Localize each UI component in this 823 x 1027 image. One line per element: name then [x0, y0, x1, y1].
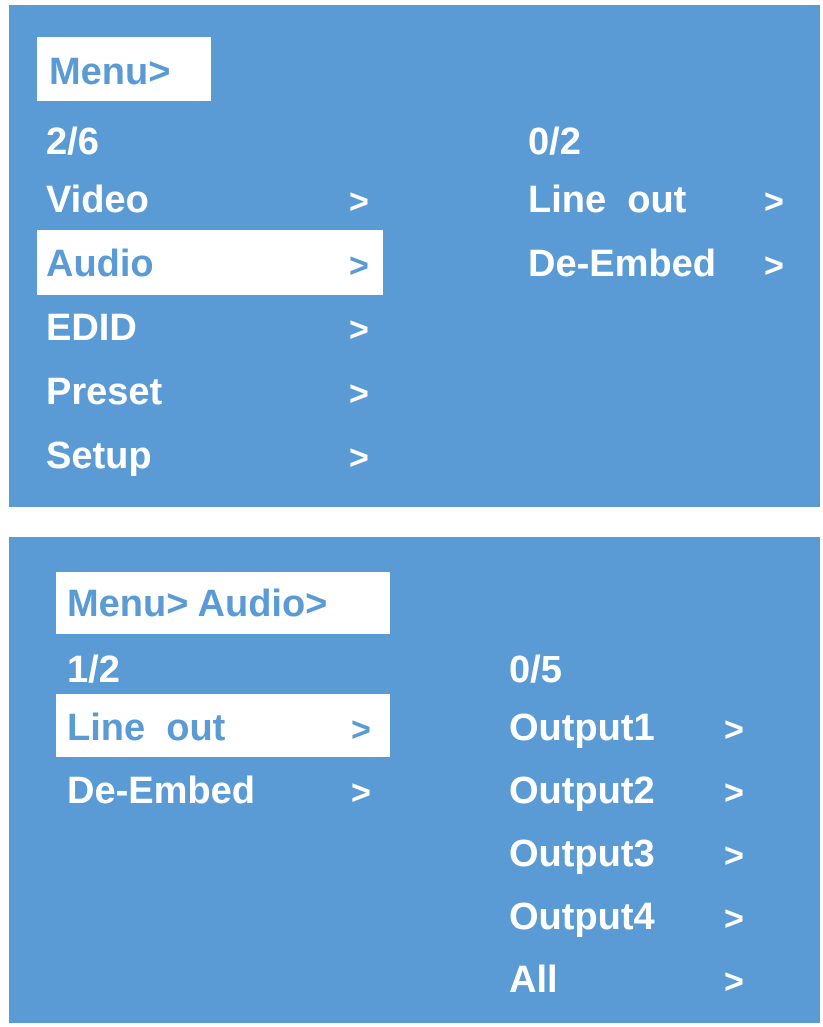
menu-screen-main: Menu> 2/6 Video > Audio > EDID > Preset … [9, 5, 820, 507]
chevron-right-icon: > [764, 183, 784, 221]
submenu-item-label: Output2 [509, 770, 655, 812]
chevron-right-icon: > [724, 711, 744, 749]
submenu-item-label: Line out [528, 179, 687, 221]
chevron-right-icon: > [351, 774, 371, 812]
submenu-item-label: All [509, 959, 558, 1001]
chevron-right-icon: > [349, 439, 369, 477]
breadcrumb: Menu> [49, 51, 171, 93]
submenu-item-label: Output1 [509, 707, 655, 749]
chevron-right-icon: > [349, 183, 369, 221]
chevron-right-icon: > [349, 247, 369, 285]
menu-item-label: EDID [46, 307, 137, 349]
chevron-right-icon: > [724, 900, 744, 938]
chevron-right-icon: > [724, 774, 744, 812]
chevron-right-icon: > [764, 247, 784, 285]
menu-item-label: De-Embed [67, 770, 255, 812]
breadcrumb: Menu> Audio> [67, 583, 328, 625]
submenu-page-counter: 0/2 [528, 121, 581, 163]
chevron-right-icon: > [349, 311, 369, 349]
chevron-right-icon: > [724, 837, 744, 875]
menu-item-label: Preset [46, 371, 163, 413]
chevron-right-icon: > [724, 963, 744, 1001]
menu-item-label: Line out [67, 707, 226, 749]
submenu-item-label: De-Embed [528, 243, 716, 285]
menu-item-label: Audio [46, 243, 154, 285]
chevron-right-icon: > [349, 375, 369, 413]
submenu-page-counter: 0/5 [509, 649, 562, 691]
menu-item-label: Video [46, 179, 149, 221]
menu-item-label: Setup [46, 435, 152, 477]
menu-screen-audio: Menu> Audio> 1/2 Line out > De-Embed > 0… [9, 537, 820, 1023]
menu-page-counter: 1/2 [67, 649, 120, 691]
chevron-right-icon: > [351, 711, 371, 749]
submenu-item-label: Output4 [509, 896, 655, 938]
submenu-item-label: Output3 [509, 833, 655, 875]
menu-page-counter: 2/6 [46, 121, 99, 163]
